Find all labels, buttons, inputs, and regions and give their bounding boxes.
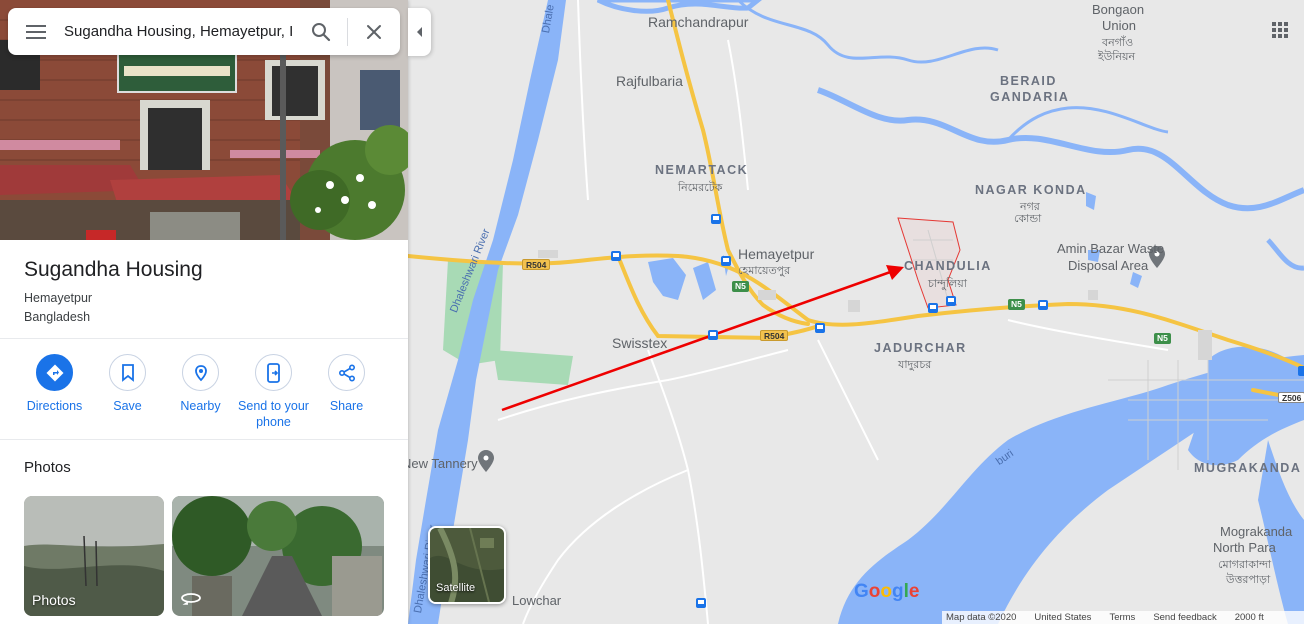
nearby-icon [182,354,219,391]
nearby-button[interactable]: Nearby [164,354,237,430]
street-view-360-icon [180,591,202,608]
label-new-tannery: New Tannery [408,456,478,471]
share-icon [328,354,365,391]
send-to-phone-label: Send to your phone [238,399,309,429]
google-logo: Google [854,581,920,602]
label-hemayetpur-bn: হেমায়েতপুর [738,265,791,277]
photos-heading: Photos [24,459,71,476]
chevron-left-icon [416,27,422,37]
label-mograkanda-2: North Para [1213,540,1276,555]
label-union: Union [1102,18,1136,33]
label-jadurchar: JADURCHAR [874,341,967,355]
label-mograkanda-1: Mograkanda [1220,524,1293,539]
label-beraid: BERAID [1000,74,1057,88]
label-bongaon: Bongaon [1092,2,1145,17]
route-shield-z506: Z506 [1278,392,1304,403]
action-buttons: Directions Save Nearby Send to your phon… [18,354,398,430]
nearby-label: Nearby [180,399,221,413]
directions-icon [36,354,73,391]
route-shield-n5: N5 [1008,299,1025,310]
label-nagar-konda: NAGAR KONDA [975,183,1087,197]
save-label: Save [113,399,142,413]
terms-link[interactable]: Terms [1109,612,1135,623]
send-feedback-link[interactable]: Send feedback [1153,612,1216,623]
share-button[interactable]: Share [310,354,383,430]
directions-button[interactable]: Directions [18,354,91,430]
label-mograkanda-bn2: উত্তরপাড়া [1226,574,1271,586]
place-panel: Sugandha Housing Hemayetpur Bangladesh D… [0,0,408,624]
label-lowchar: Lowchar [512,593,562,608]
label-bongaon-bn2: ইউনিয়ন [1098,51,1136,63]
satellite-label: Satellite [436,582,476,594]
map-attribution-bar: Map data ©2020 United States Terms Send … [942,611,1304,624]
label-chandulia: CHANDULIA [904,259,992,273]
park-area [493,350,573,385]
label-chandulia-bn: চান্দুলিয়া [928,278,967,290]
map-data-text: Map data ©2020 [946,612,1017,623]
map-graphic[interactable] [408,0,1304,624]
close-icon[interactable] [348,8,400,55]
place-locality: Hemayetpur [24,291,93,305]
place-header: Sugandha Housing Hemayetpur Bangladesh [24,256,384,327]
label-rajfulbaria: Rajfulbaria [616,73,683,89]
divider [0,338,408,339]
label-amin-bazar-2: Disposal Area [1068,258,1149,273]
label-swisstex: Swisstex [612,335,668,351]
search-icon[interactable] [295,8,347,55]
search-input[interactable] [64,23,295,40]
directions-label: Directions [26,399,83,413]
satellite-layer-toggle[interactable]: Satellite [428,526,506,604]
country-link[interactable]: United States [1034,612,1091,623]
route-shield-r504: R504 [522,259,551,270]
label-nemartack: NEMARTACK [655,163,749,177]
collapse-panel-button[interactable] [408,8,431,56]
save-button[interactable]: Save [91,354,164,430]
maps-app: Ramchandrapur Rajfulbaria NEMARTACK নিমে… [0,0,1304,624]
send-to-phone-icon [255,354,292,391]
route-shield-n5: N5 [732,281,749,292]
label-hemayetpur: Hemayetpur [738,246,815,262]
send-to-phone-button[interactable]: Send to your phone [237,354,310,430]
label-jadurchar-bn: যাদুরচর [898,359,932,371]
route-shield-n5: N5 [1154,333,1171,344]
menu-icon[interactable] [8,8,64,55]
label-nemartack-bn: নিমেরটেক [678,182,723,194]
scale-bar[interactable]: 2000 ft [1235,612,1264,623]
route-shield-r504: R504 [760,330,789,341]
place-country: Bangladesh [24,310,91,324]
label-mugrakanda: MUGRAKANDA [1194,461,1302,475]
label-gandaria: GANDARIA [990,90,1070,104]
photos-tile-label: Photos [32,592,76,608]
photo-tile-street-view[interactable] [172,496,384,616]
label-nagar-konda-bn2: কোন্ডা [1014,213,1042,225]
place-title: Sugandha Housing [24,258,203,281]
map-canvas[interactable]: Ramchandrapur Rajfulbaria NEMARTACK নিমে… [408,0,1304,624]
photo-tile-photos[interactable]: Photos [24,496,164,616]
search-box[interactable] [8,8,400,55]
label-ramchandrapur: Ramchandrapur [648,14,749,30]
bookmark-icon [109,354,146,391]
divider [0,439,408,440]
google-apps-icon[interactable] [1270,20,1290,40]
label-amin-bazar-1: Amin Bazar Waste [1057,241,1165,256]
share-label: Share [329,399,364,413]
